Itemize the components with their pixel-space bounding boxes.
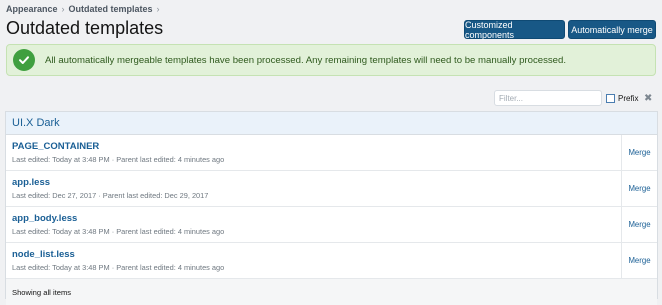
prefix-label: Prefix <box>618 93 639 103</box>
template-meta: Last edited: Today at 3:48 PM · Parent l… <box>12 227 225 236</box>
close-icon[interactable]: ✖ <box>644 93 652 104</box>
template-name-link[interactable]: app_body.less <box>12 213 621 224</box>
templates-panel: UI.X Dark PAGE_CONTAINER Last edited: To… <box>5 111 658 305</box>
success-notice: All automatically mergeable templates ha… <box>6 44 656 76</box>
table-row: app_body.less Last edited: Today at 3:48… <box>6 207 657 243</box>
breadcrumb-item-outdated-templates[interactable]: Outdated templates <box>69 4 153 14</box>
breadcrumb-item-appearance[interactable]: Appearance <box>6 4 58 14</box>
table-row: app.less Last edited: Dec 27, 2017 · Par… <box>6 171 657 207</box>
customized-components-button[interactable]: Customized components <box>464 20 565 40</box>
merge-link[interactable]: Merge <box>621 171 657 206</box>
chevron-right-icon: › <box>156 4 160 14</box>
filter-bar: Prefix <box>494 89 654 107</box>
chevron-right-icon: › <box>61 4 65 14</box>
template-meta: Last edited: Dec 27, 2017 · Parent last … <box>12 191 209 200</box>
merge-link[interactable]: Merge <box>621 207 657 242</box>
template-name-link[interactable]: app.less <box>12 177 621 188</box>
template-meta: Last edited: Today at 3:48 PM · Parent l… <box>12 263 225 272</box>
table-row: PAGE_CONTAINER Last edited: Today at 3:4… <box>6 135 657 171</box>
table-row: node_list.less Last edited: Today at 3:4… <box>6 243 657 279</box>
breadcrumb: Appearance › Outdated templates › <box>6 4 160 14</box>
style-group-header: UI.X Dark <box>6 112 657 135</box>
automatically-merge-button[interactable]: Automatically merge <box>568 20 656 39</box>
list-footer: Showing all items <box>6 279 657 305</box>
check-circle-icon <box>13 49 35 71</box>
template-name-link[interactable]: PAGE_CONTAINER <box>12 141 621 152</box>
notice-message: All automatically mergeable templates ha… <box>45 54 567 66</box>
merge-link[interactable]: Merge <box>621 135 657 170</box>
template-name-link[interactable]: node_list.less <box>12 249 621 260</box>
page-title: Outdated templates <box>6 18 164 38</box>
filter-input[interactable] <box>494 90 602 106</box>
template-meta: Last edited: Today at 3:48 PM · Parent l… <box>12 155 225 164</box>
prefix-checkbox[interactable]: Prefix <box>606 93 639 103</box>
checkbox-icon[interactable] <box>606 93 615 103</box>
merge-link[interactable]: Merge <box>621 243 657 278</box>
